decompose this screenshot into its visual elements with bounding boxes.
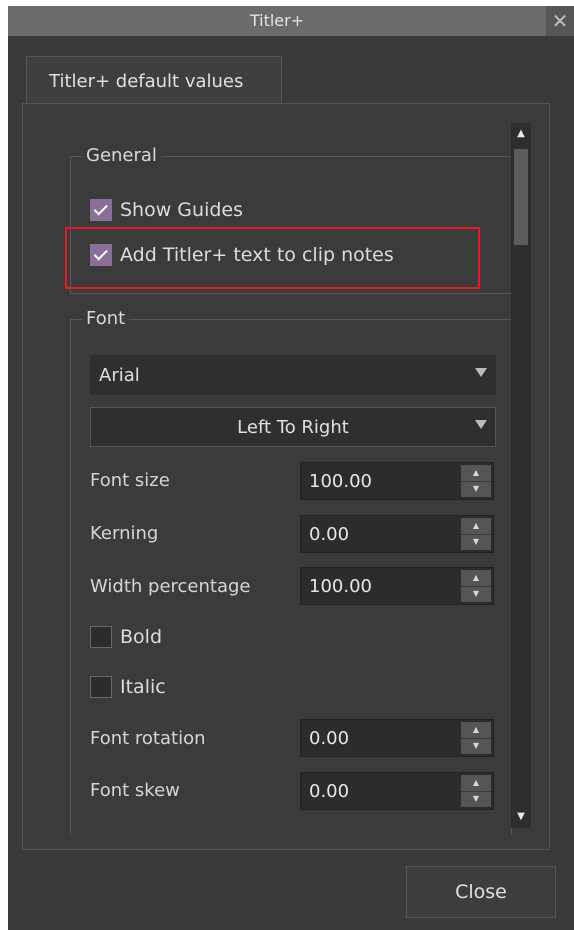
show-guides-label: Show Guides	[120, 199, 243, 221]
width-percentage-value: 100.00	[309, 576, 372, 597]
spin-down-icon[interactable]: ▼	[461, 737, 491, 755]
text-direction-value: Left To Right	[237, 417, 349, 438]
font-size-label: Font size	[90, 470, 170, 491]
vertical-scrollbar[interactable]: ▲ ▼	[511, 123, 531, 828]
text-direction-dropdown[interactable]: Left To Right	[90, 407, 496, 447]
font-rotation-value: 0.00	[309, 728, 350, 749]
spin-down-icon[interactable]: ▼	[461, 533, 491, 551]
font-family-value: Arial	[99, 365, 140, 386]
dropdown-arrow-icon	[475, 420, 487, 429]
width-percentage-label: Width percentage	[90, 576, 251, 597]
font-family-dropdown[interactable]: Arial	[90, 355, 496, 395]
tab-titler-default-values[interactable]: Titler+ default values	[26, 56, 282, 104]
add-text-checkbox[interactable]	[90, 244, 112, 266]
spin-up-icon[interactable]: ▲	[461, 465, 491, 481]
kerning-spinbox[interactable]: 0.00 ▲ ▼	[300, 515, 494, 553]
scroll-up-icon[interactable]: ▲	[511, 123, 531, 145]
spin-up-icon[interactable]: ▲	[461, 570, 491, 586]
close-window-icon[interactable]: ✕	[546, 6, 574, 36]
italic-label: Italic	[120, 676, 166, 698]
spin-down-icon[interactable]: ▼	[461, 480, 491, 498]
title-bar: Titler+	[8, 6, 546, 36]
settings-scroll-area: General Show Guides Add Titler+ text to …	[56, 123, 512, 835]
show-guides-row[interactable]: Show Guides	[90, 199, 243, 221]
italic-row[interactable]: Italic	[90, 676, 166, 698]
font-skew-spinbox[interactable]: 0.00 ▲ ▼	[300, 772, 494, 810]
spin-up-icon[interactable]: ▲	[461, 518, 491, 534]
bold-checkbox[interactable]	[90, 626, 112, 648]
font-skew-label: Font skew	[90, 780, 180, 801]
checkmark-icon	[93, 200, 108, 215]
kerning-value: 0.00	[309, 524, 350, 545]
add-text-label: Add Titler+ text to clip notes	[120, 244, 394, 266]
checkmark-icon	[93, 245, 108, 260]
bold-row[interactable]: Bold	[90, 626, 162, 648]
font-group-title: Font	[82, 308, 130, 329]
font-rotation-label: Font rotation	[90, 728, 206, 749]
spin-down-icon[interactable]: ▼	[461, 585, 491, 603]
dropdown-arrow-icon	[475, 368, 487, 377]
kerning-label: Kerning	[90, 523, 159, 544]
spin-up-icon[interactable]: ▲	[461, 722, 491, 738]
bold-label: Bold	[120, 626, 162, 648]
font-size-spinbox[interactable]: 100.00 ▲ ▼	[300, 462, 494, 500]
scrollbar-thumb[interactable]	[514, 149, 528, 245]
window-title: Titler+	[249, 11, 305, 30]
font-size-value: 100.00	[309, 471, 372, 492]
add-text-row[interactable]: Add Titler+ text to clip notes	[90, 244, 394, 266]
close-button[interactable]: Close	[406, 866, 556, 918]
general-group-title: General	[82, 145, 161, 166]
scroll-down-icon[interactable]: ▼	[511, 806, 531, 828]
width-percentage-spinbox[interactable]: 100.00 ▲ ▼	[300, 567, 494, 605]
show-guides-checkbox[interactable]	[90, 199, 112, 221]
spin-down-icon[interactable]: ▼	[461, 790, 491, 808]
font-rotation-spinbox[interactable]: 0.00 ▲ ▼	[300, 719, 494, 757]
font-skew-value: 0.00	[309, 781, 350, 802]
spin-up-icon[interactable]: ▲	[461, 775, 491, 791]
italic-checkbox[interactable]	[90, 676, 112, 698]
